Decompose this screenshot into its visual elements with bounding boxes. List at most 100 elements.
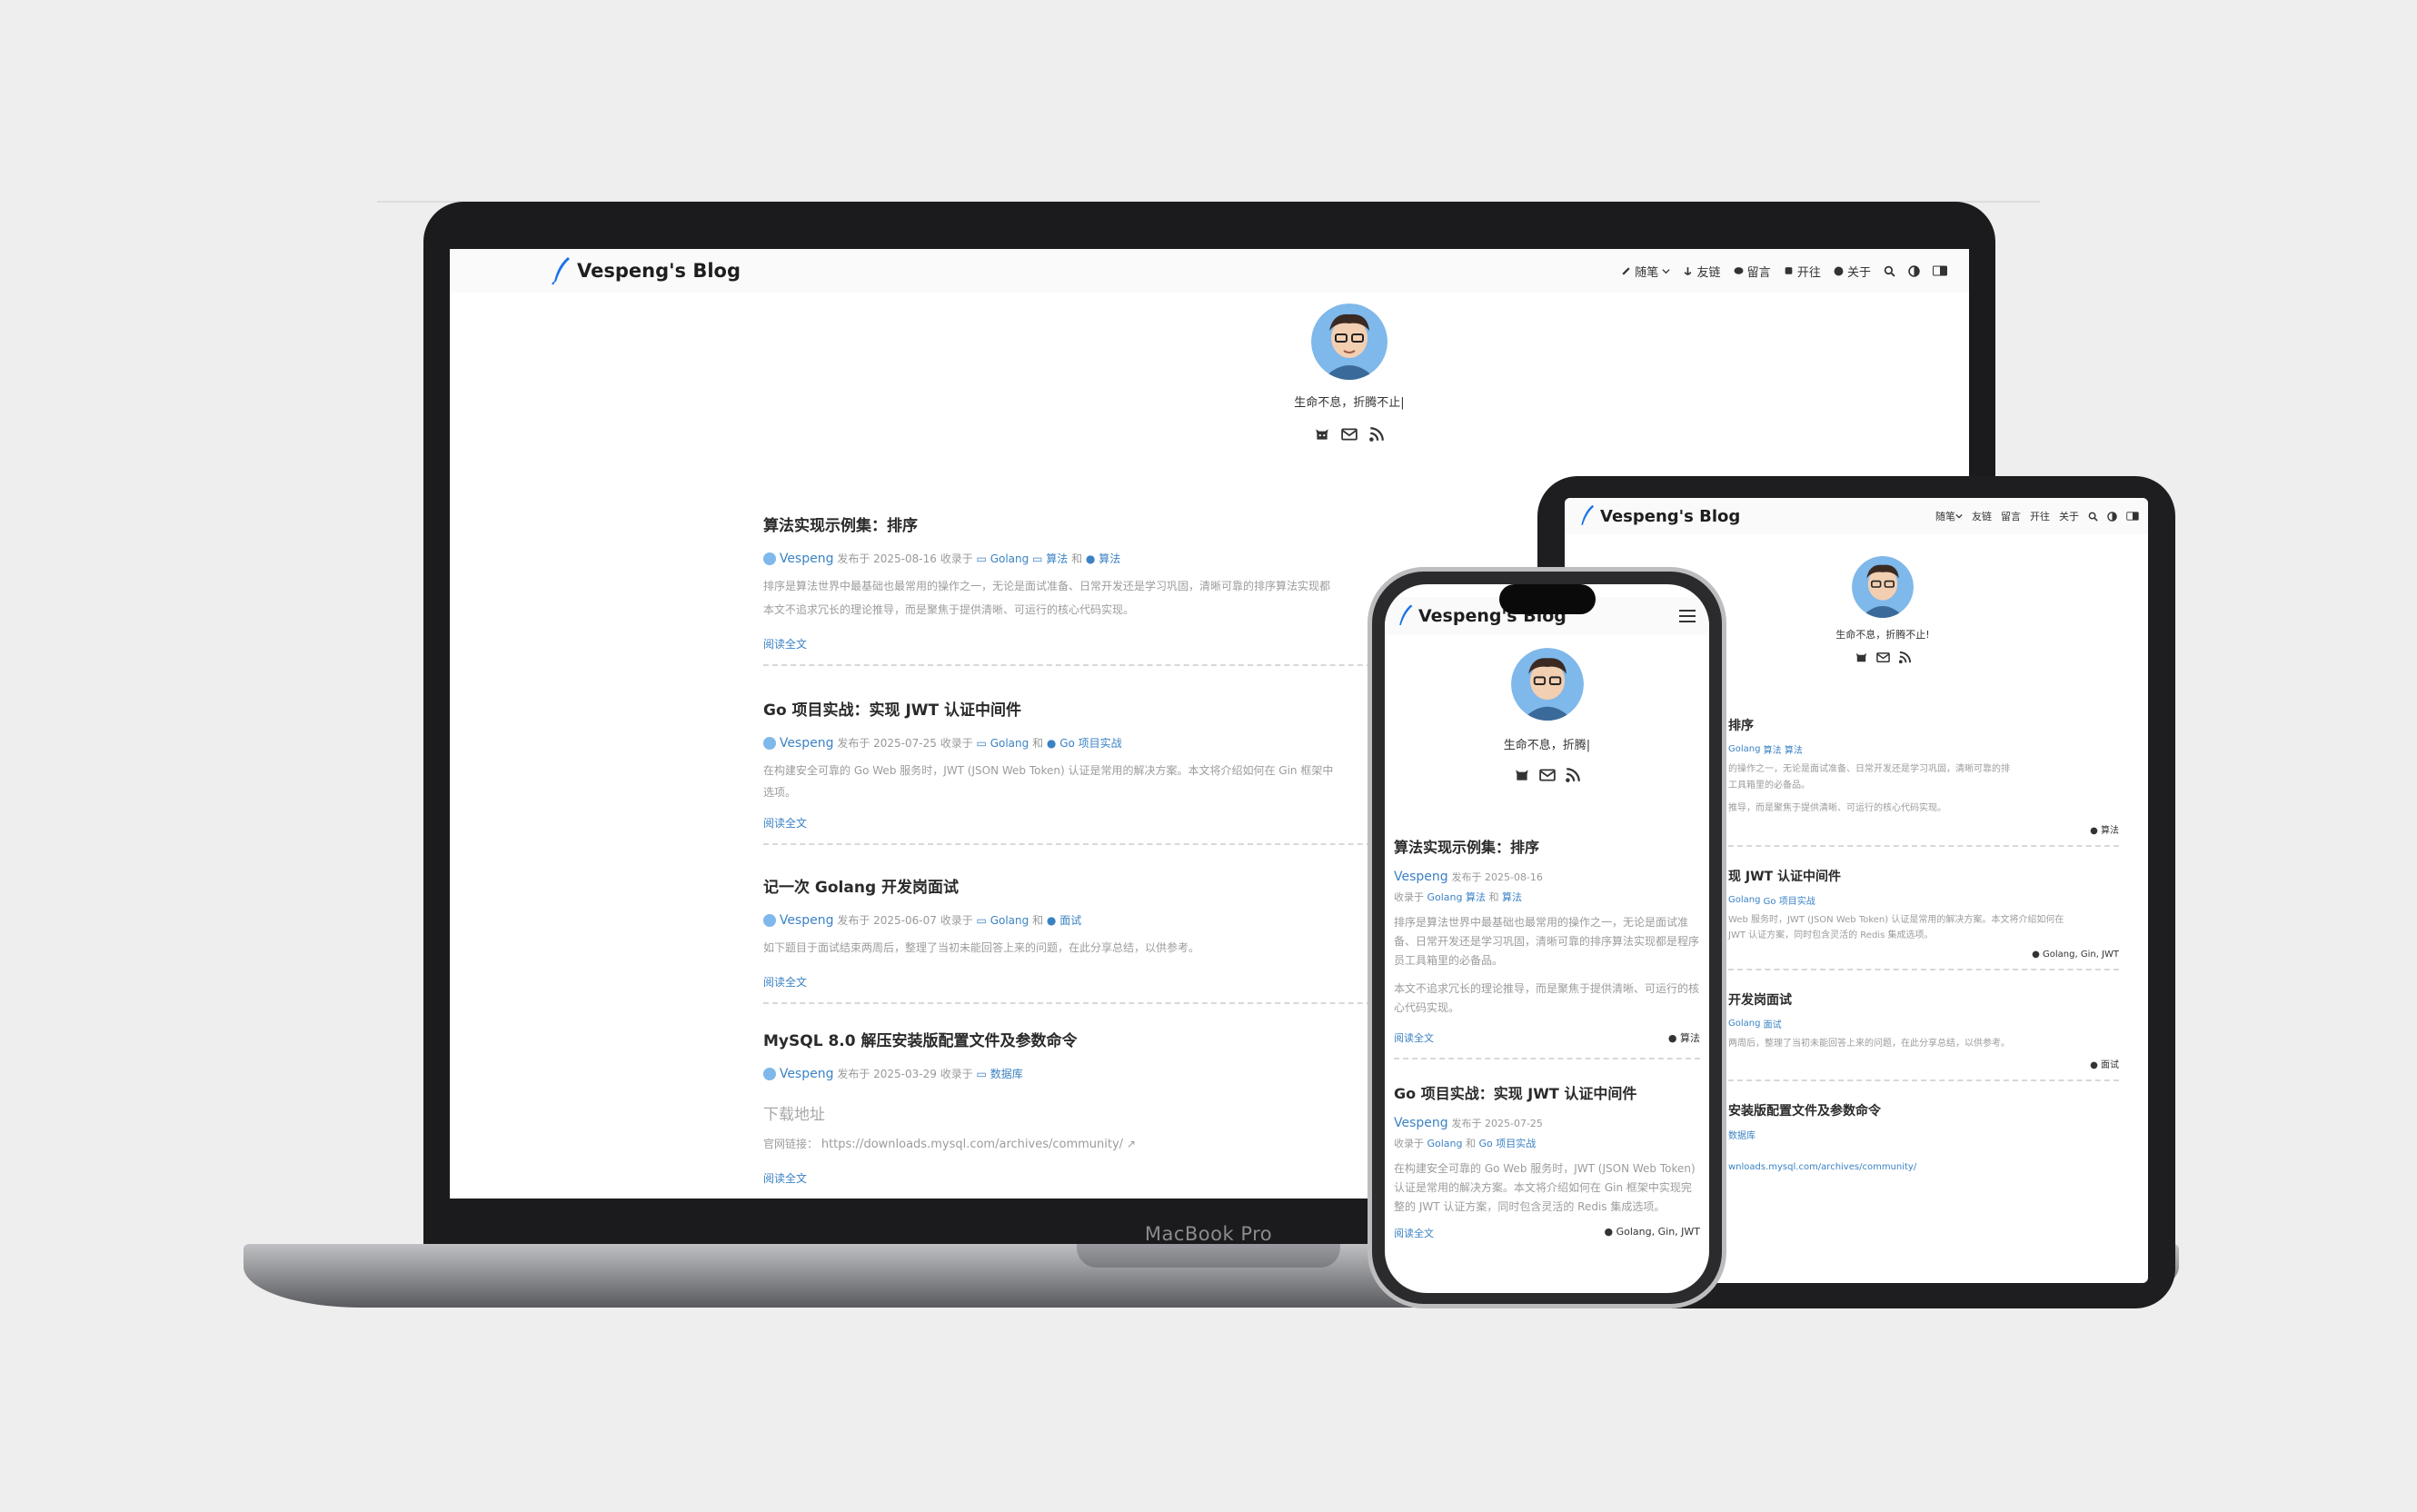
contrast-icon[interactable] xyxy=(2107,511,2117,522)
avatar[interactable] xyxy=(1311,303,1388,380)
post-title[interactable]: Go 项目实战：实现 JWT 认证中间件 xyxy=(763,697,1399,720)
blog-logo[interactable]: Vespeng's Blog xyxy=(1577,504,1740,528)
search-icon xyxy=(1884,265,1895,277)
avatar[interactable] xyxy=(1852,556,1914,618)
post-tag[interactable]: ● Golang, Gin, JWT xyxy=(1605,1226,1701,1240)
nav-item-open[interactable]: 开往 xyxy=(1784,263,1821,280)
author-link[interactable]: Vespeng xyxy=(1394,870,1448,884)
nav-item-message[interactable]: 留言 xyxy=(2001,509,2021,523)
blog-title: Vespeng's Blog xyxy=(577,260,741,282)
nav-item-about[interactable]: 关于 xyxy=(1834,263,1871,280)
nav-item-about[interactable]: 关于 xyxy=(2059,509,2079,523)
nav-item-message[interactable]: 留言 xyxy=(1734,263,1771,280)
external-link[interactable]: wnloads.mysql.com/archives/community/ xyxy=(1728,1159,2119,1176)
rss-icon[interactable] xyxy=(1565,767,1581,783)
category-link[interactable]: ▭ Golang xyxy=(977,737,1029,750)
phone-screen: Vespeng's Blog 生命不息，折腾| 算法实现示例集：排序 Vespe… xyxy=(1385,584,1709,1293)
external-link[interactable]: https://downloads.mysql.com/archives/com… xyxy=(821,1138,1123,1151)
post-tag[interactable]: ● 算法 xyxy=(1728,822,2119,836)
post-tag[interactable]: ● 面试 xyxy=(1728,1057,2119,1070)
series-link[interactable]: ● 算法 xyxy=(1086,551,1120,566)
post-title[interactable]: 排序 xyxy=(1728,716,2119,734)
nav-item-links[interactable]: 友链 xyxy=(1972,509,1992,523)
category-link[interactable]: ▭ Golang xyxy=(977,914,1029,927)
post-title[interactable]: 记一次 Golang 开发岗面试 xyxy=(763,874,1399,897)
category-link[interactable]: Golang xyxy=(1728,744,1760,754)
author-link[interactable]: Vespeng xyxy=(780,552,834,566)
phone-post-list: 算法实现示例集：排序 Vespeng 发布于 2025-08-16 收录于 Go… xyxy=(1394,835,1700,1240)
rss-icon[interactable] xyxy=(1898,651,1912,664)
category-link[interactable]: Golang xyxy=(1427,1138,1463,1149)
read-more-link[interactable]: 阅读全文 xyxy=(1394,1226,1434,1240)
social-links xyxy=(1439,767,1655,783)
avatar[interactable] xyxy=(1510,648,1584,721)
post-title[interactable]: Go 项目实战：实现 JWT 认证中间件 xyxy=(1394,1081,1700,1103)
nav-menu: 随笔 友链 留言 开往 关于 xyxy=(1621,263,1969,280)
quill-icon xyxy=(1399,604,1413,625)
laptop-navbar: Vespeng's Blog 随笔 友链 留言 开往 关于 xyxy=(450,249,1969,293)
category-link[interactable]: Golang xyxy=(1427,891,1463,903)
rss-icon[interactable] xyxy=(1368,426,1385,443)
post-divider xyxy=(1728,1079,2119,1081)
series-link[interactable]: 算法 xyxy=(1502,890,1522,904)
theme-toggle[interactable] xyxy=(1908,264,1920,277)
author-link[interactable]: Vespeng xyxy=(780,913,834,928)
chevron-down-icon xyxy=(1955,513,1963,519)
category-link[interactable]: ▭ Golang xyxy=(977,552,1029,565)
post-title[interactable]: 现 JWT 认证中间件 xyxy=(1728,867,2119,885)
github-icon[interactable] xyxy=(1855,651,1868,664)
motto: 生命不息，折腾| xyxy=(1503,739,1591,752)
category-link[interactable]: ▭ 数据库 xyxy=(977,1066,1023,1081)
search-button[interactable] xyxy=(1884,265,1895,277)
post-title[interactable]: 安装版配置文件及参数命令 xyxy=(1728,1101,2119,1119)
category-link[interactable]: Golang xyxy=(1728,895,1760,905)
search-icon[interactable] xyxy=(2088,512,2098,522)
category-link[interactable]: 算法 xyxy=(1466,890,1486,904)
series-link[interactable]: 面试 xyxy=(1764,1017,1782,1030)
quill-icon xyxy=(1581,504,1595,525)
post-excerpt: 两周后，整理了当初未能回答上来的问题，在此分享总结，以供参考。 xyxy=(1728,1038,2010,1049)
post-title[interactable]: 算法实现示例集：排序 xyxy=(1394,835,1700,857)
series-link[interactable]: 算法 xyxy=(1785,742,1803,756)
nav-item-essay[interactable]: 随笔 xyxy=(1621,263,1670,280)
profile-header: 生命不息，折腾| xyxy=(1439,648,1655,783)
hamburger-menu-icon[interactable] xyxy=(1678,609,1696,623)
series-link[interactable]: ● 面试 xyxy=(1047,912,1081,928)
nav-item-open[interactable]: 开往 xyxy=(2030,509,2050,523)
author-link[interactable]: Vespeng xyxy=(1394,1116,1448,1130)
author-link[interactable]: Vespeng xyxy=(780,1067,834,1081)
post-title[interactable]: 开发岗面试 xyxy=(1728,990,2119,1009)
nav-item-essay[interactable]: 随笔 xyxy=(1935,509,1963,523)
post-tag[interactable]: ● 算法 xyxy=(1668,1030,1700,1045)
read-more-link[interactable]: 阅读全文 xyxy=(763,974,1399,990)
blog-logo[interactable]: Vespeng's Blog xyxy=(550,256,741,285)
post-divider xyxy=(763,664,1399,666)
pen-icon xyxy=(1622,266,1630,275)
post-meta: Golang 面试 xyxy=(1728,1017,2119,1030)
post-title[interactable]: MySQL 8.0 解压安装版配置文件及参数命令 xyxy=(763,1028,1399,1050)
category-link[interactable]: 数据库 xyxy=(1728,1128,1756,1141)
translate-icon[interactable] xyxy=(2126,512,2139,521)
nav-item-links[interactable]: 友链 xyxy=(1683,263,1721,280)
language-toggle[interactable] xyxy=(1933,265,1947,276)
read-more-link[interactable]: 阅读全文 xyxy=(763,815,1399,831)
category-link[interactable]: Golang xyxy=(1728,1019,1760,1029)
author-link[interactable]: Vespeng xyxy=(780,736,834,751)
email-icon[interactable] xyxy=(1341,426,1358,443)
email-icon[interactable] xyxy=(1538,767,1556,783)
read-more-link[interactable]: 阅读全文 xyxy=(763,636,1399,652)
category-link[interactable]: ▭ 算法 xyxy=(1032,551,1068,566)
github-icon[interactable] xyxy=(1514,767,1530,783)
series-link[interactable]: ● Go 项目实战 xyxy=(1047,735,1122,751)
post-meta: Vespeng 发布于 2025-06-07 收录于 ▭ Golang 和 ● … xyxy=(763,912,1399,928)
series-link[interactable]: Go 项目实战 xyxy=(1479,1136,1537,1150)
series-link[interactable]: Go 项目实战 xyxy=(1764,893,1815,907)
read-more-link[interactable]: 阅读全文 xyxy=(763,1170,1399,1186)
read-more-link[interactable]: 阅读全文 xyxy=(1394,1030,1434,1045)
github-icon[interactable] xyxy=(1314,426,1330,443)
email-icon[interactable] xyxy=(1875,651,1890,664)
category-link[interactable]: 算法 xyxy=(1764,742,1782,756)
post-tag[interactable]: ● Golang, Gin, JWT xyxy=(1728,950,2119,960)
post-title[interactable]: 算法实现示例集：排序 xyxy=(763,512,1399,535)
post-divider xyxy=(763,843,1399,845)
